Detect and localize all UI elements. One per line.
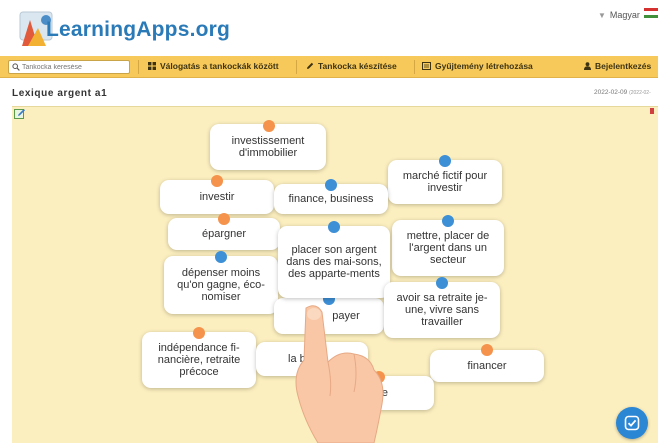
nav-browse-label: Válogatás a tankockák között <box>160 61 279 71</box>
card-depenser-moins[interactable]: dépenser moins qu'on gagne, éco-nomiser <box>164 251 278 314</box>
pin-icon <box>215 251 227 263</box>
card-marche-fictif[interactable]: marché fictif pour investir <box>388 155 502 204</box>
nav-create-label: Tankocka készítése <box>318 61 397 71</box>
site-header: LearningApps.org ▼ Magyar <box>0 0 658 56</box>
close-marker-icon[interactable] <box>650 108 654 114</box>
hungarian-flag-icon[interactable] <box>644 8 658 18</box>
pencil-icon <box>307 62 314 69</box>
card-placer-son-argent[interactable]: placer son argent dans des mai-sons, des… <box>278 221 390 298</box>
card-independance-financiere[interactable]: indépendance fi-nancière, retraite préco… <box>142 327 256 388</box>
card-text: marché fictif pour investir <box>402 170 488 194</box>
card-text: finance, business <box>288 193 374 205</box>
card-text: placer son argent dans des mai-sons, des… <box>286 244 382 280</box>
title-row: Lexique argent a1 2022-02-09 (2022-02- <box>0 80 658 104</box>
language-selector[interactable]: ▼ Magyar <box>598 10 640 20</box>
card-text: avoir sa retraite je-une, vivre sans tra… <box>396 292 488 328</box>
card-text: investissement d'immobilier <box>231 135 305 159</box>
search-input[interactable] <box>22 62 126 72</box>
collection-icon <box>422 62 431 70</box>
user-icon <box>584 62 591 70</box>
card-investir[interactable]: investir <box>160 175 274 214</box>
card-text: investir <box>199 191 235 203</box>
nav-login-label: Bejelentkezés <box>595 61 652 71</box>
card-text: indépendance fi-nancière, retraite préco… <box>157 342 241 378</box>
nav-collection-label: Gyűjtemény létrehozása <box>435 61 533 71</box>
nav-divider <box>414 60 415 74</box>
chevron-down-icon: ▼ <box>598 11 606 20</box>
page-title: Lexique argent a1 <box>12 88 108 99</box>
pin-icon <box>481 344 493 356</box>
pin-icon <box>439 155 451 167</box>
card-mettre-placer[interactable]: mettre, placer de l'argent dans un secte… <box>392 215 504 276</box>
date-label: 2022-02-09 (2022-02- <box>594 89 651 96</box>
nav-divider <box>138 60 139 74</box>
app-window: LearningApps.org ▼Magyar Válogatás a tan… <box>0 0 658 443</box>
pin-icon <box>218 213 230 225</box>
date-value: 2022-02-09 <box>594 89 628 96</box>
logo-text[interactable]: LearningApps.org <box>46 18 230 42</box>
pin-icon <box>193 327 205 339</box>
pointing-hand-icon <box>295 305 384 443</box>
check-icon <box>624 415 640 431</box>
pin-icon <box>211 175 223 187</box>
search-icon <box>12 63 20 71</box>
card-text: mettre, placer de l'argent dans un secte… <box>406 230 490 266</box>
card-text: dépenser moins qu'on gagne, éco-nomiser <box>177 267 265 303</box>
card-financer[interactable]: financer <box>430 344 544 382</box>
pin-icon <box>328 221 340 233</box>
nav-browse-apps[interactable]: Válogatás a tankockák között <box>148 61 279 71</box>
grid-icon <box>148 62 156 70</box>
pin-icon <box>436 277 448 289</box>
pin-icon <box>263 120 275 132</box>
card-avoir-sa-retraite[interactable]: avoir sa retraite je-une, vivre sans tra… <box>384 277 500 338</box>
card-investissement-immobilier[interactable]: investissement d'immobilier <box>210 120 326 170</box>
date-secondary: (2022-02- <box>629 90 651 96</box>
pin-icon <box>325 179 337 191</box>
card-epargner[interactable]: épargner <box>168 213 280 250</box>
language-label: Magyar <box>609 10 640 20</box>
nav-login[interactable]: Bejelentkezés <box>584 61 651 71</box>
card-finance-business[interactable]: finance, business <box>274 179 388 214</box>
nav-bar: Válogatás a tankockák között Tankocka ké… <box>0 56 658 78</box>
card-text: financer <box>467 360 507 372</box>
check-answers-button[interactable] <box>616 407 648 439</box>
nav-create-collection[interactable]: Gyűjtemény létrehozása <box>422 61 533 71</box>
search-box[interactable] <box>8 60 130 74</box>
nav-divider <box>296 60 297 74</box>
card-text: épargner <box>201 228 247 240</box>
pin-icon <box>442 215 454 227</box>
edit-app-icon[interactable] <box>14 108 26 120</box>
nav-create-app[interactable]: Tankocka készítése <box>306 61 397 71</box>
